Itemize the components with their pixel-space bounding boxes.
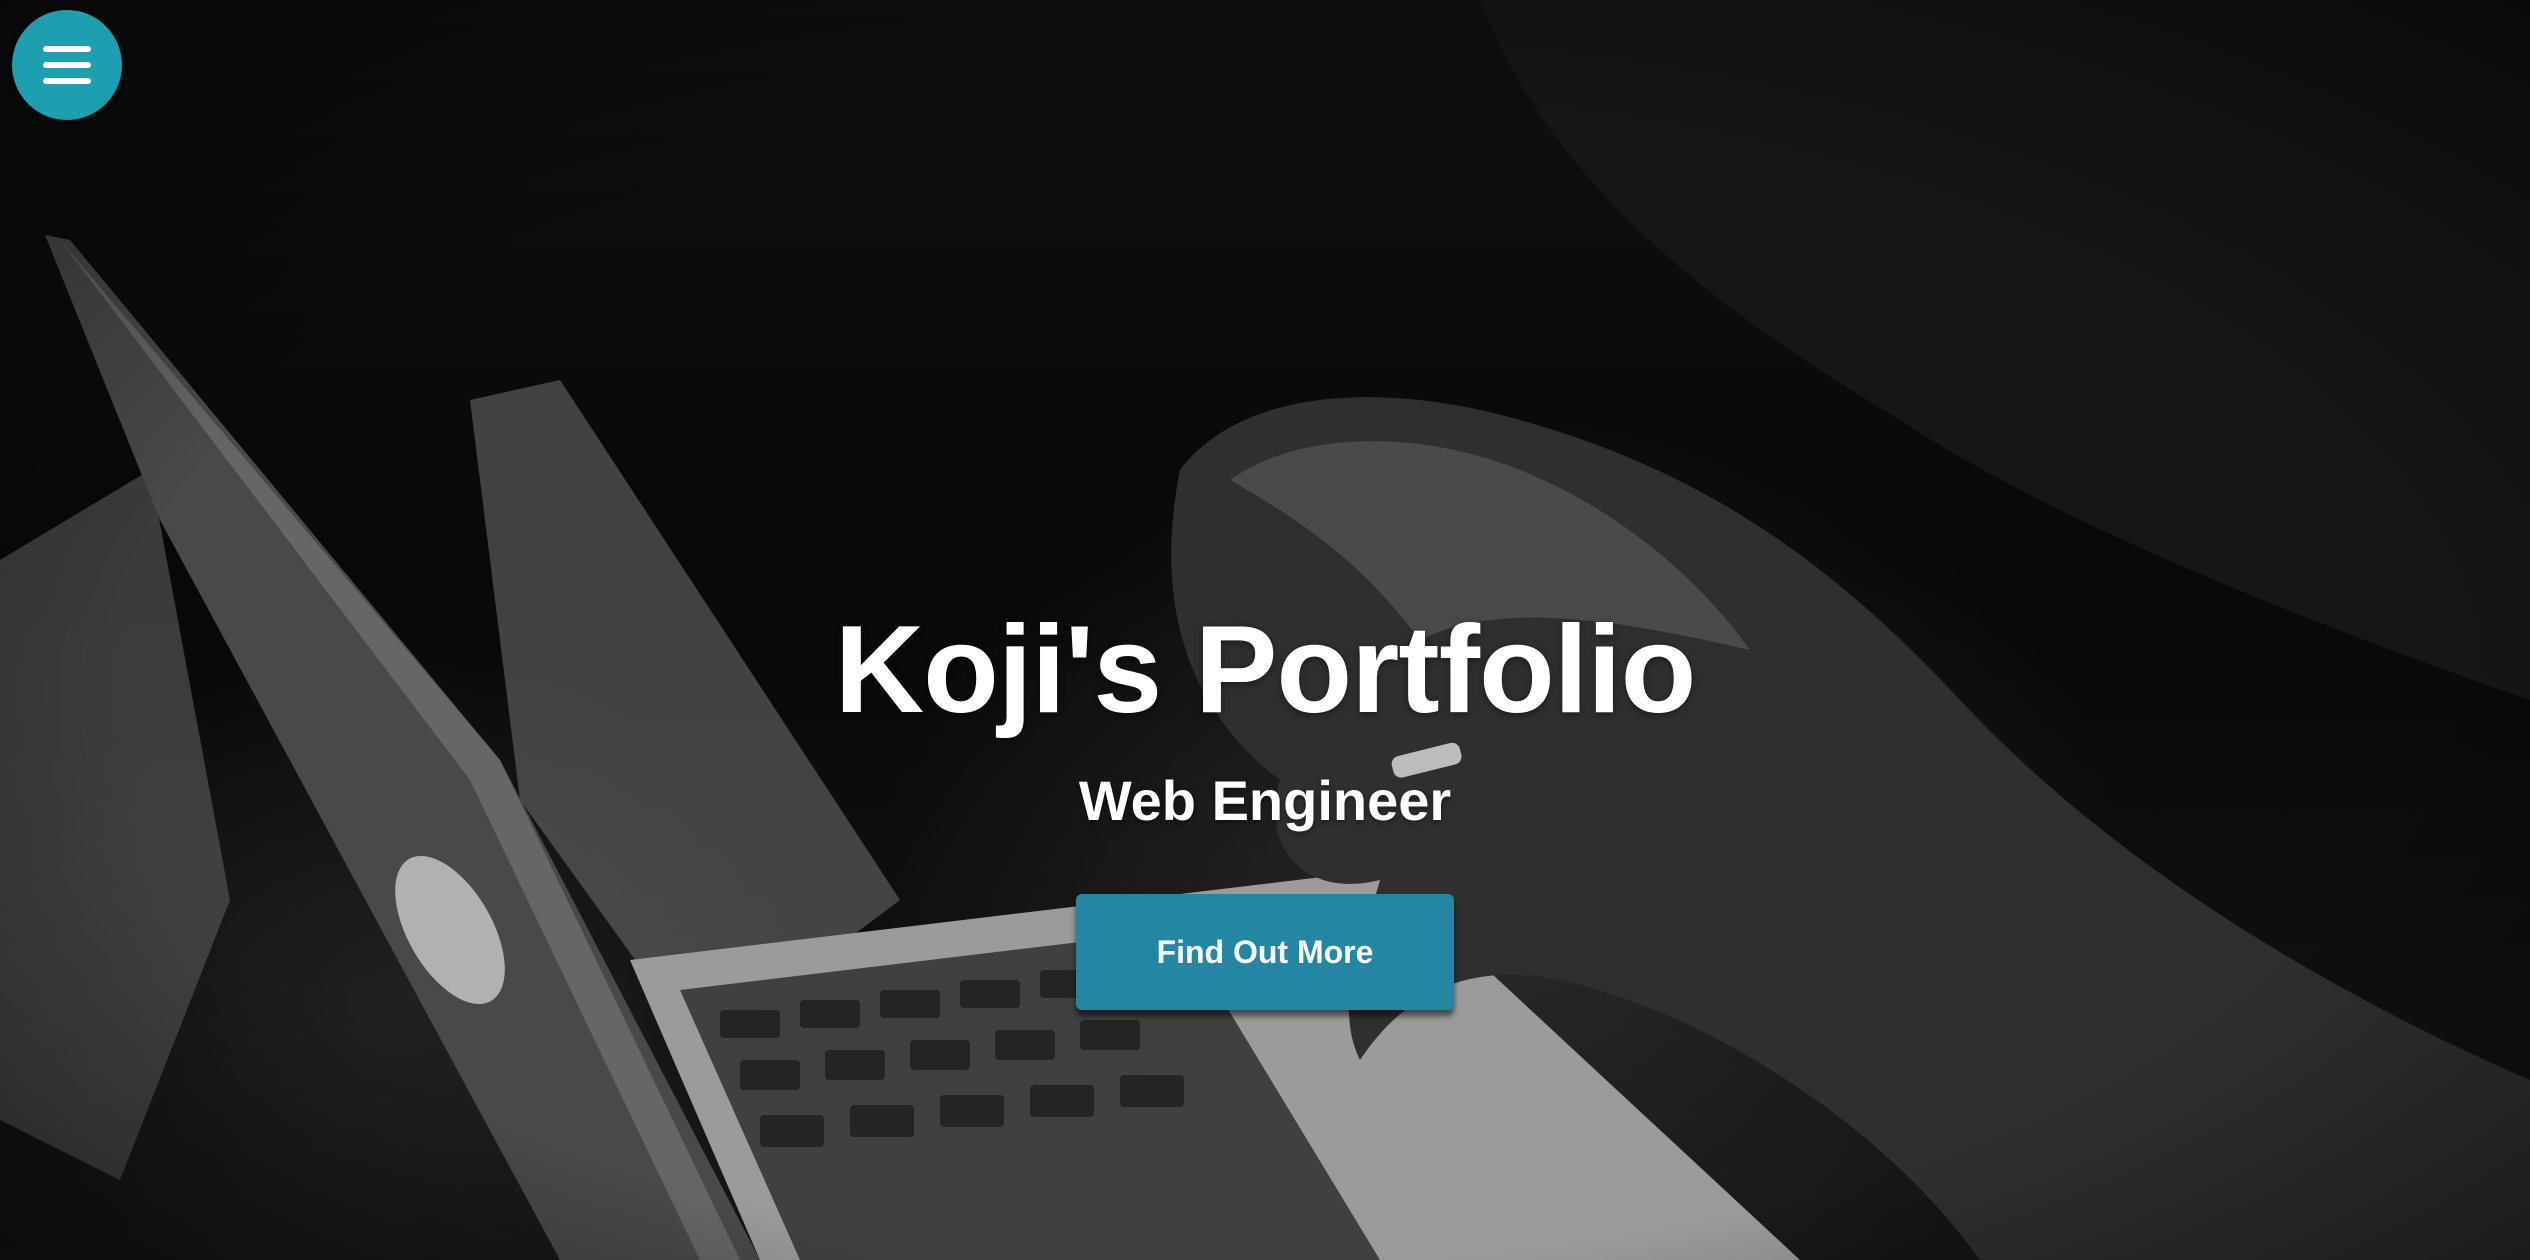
hamburger-line: [43, 46, 91, 52]
hamburger-line: [43, 78, 91, 84]
hamburger-line: [43, 62, 91, 68]
page-title: Koji's Portfolio: [834, 601, 1697, 739]
page-subtitle: Web Engineer: [1078, 769, 1452, 832]
hamburger-menu-icon: [43, 46, 91, 84]
menu-toggle-button[interactable]: [12, 10, 122, 120]
hero-section: Koji's Portfolio Web Engineer Find Out M…: [0, 0, 2530, 1260]
find-out-more-button[interactable]: Find Out More: [1076, 894, 1454, 1010]
hero-content: Koji's Portfolio Web Engineer Find Out M…: [0, 600, 2530, 1010]
